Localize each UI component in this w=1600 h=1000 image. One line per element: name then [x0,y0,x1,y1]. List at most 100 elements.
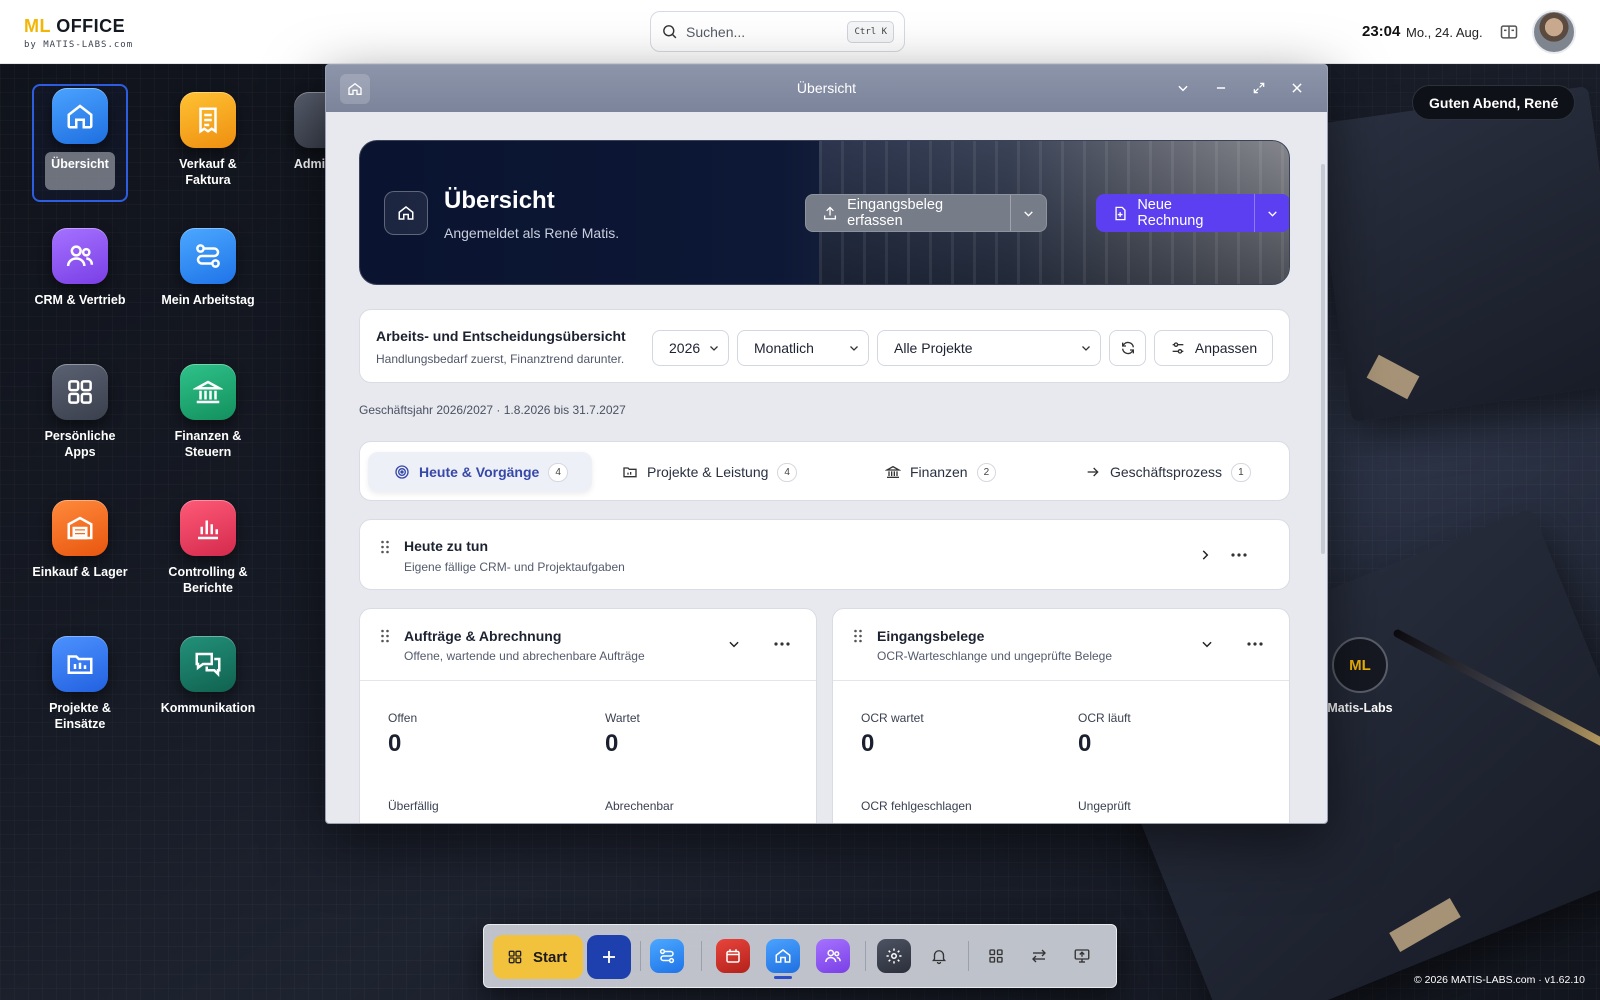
more-options-icon[interactable] [773,641,791,647]
new-invoice-button-group: Neue Rechnung [1096,194,1289,232]
quick-add-button[interactable] [587,935,631,979]
brand-logo[interactable]: ML OFFICE by MATIS-LABS.com [24,16,133,50]
year-select-value: 2026 [669,340,701,356]
apps-grid-icon [989,949,1003,963]
window-menu-chevron-icon[interactable] [1172,77,1194,99]
tab-heute-vorgaenge[interactable]: Heute & Vorgänge 4 [368,452,592,492]
chat-icon [180,636,236,692]
dock-separator [701,941,702,971]
top-bar: ML OFFICE by MATIS-LABS.com Ctrl K 23:04… [0,0,1600,64]
desktop-icon-arbeitstag[interactable]: Mein Arbeitstag [160,228,256,308]
card-title: Eingangsbelege [877,628,985,644]
customize-button[interactable]: Anpassen [1154,330,1273,366]
drag-handle-icon[interactable] [380,540,390,554]
new-invoice-dropdown[interactable] [1254,194,1289,232]
tab-finanzen[interactable]: Finanzen 2 [875,452,1006,492]
sliders-icon [1172,342,1184,354]
close-icon[interactable] [1286,77,1308,99]
chevron-right-icon[interactable] [1198,548,1212,562]
receipt-icon [180,92,236,148]
new-invoice-button[interactable]: Neue Rechnung [1096,194,1254,232]
tab-projekte-leistung[interactable]: Projekte & Leistung 4 [612,452,807,492]
tab-label: Geschäftsprozess [1110,464,1223,480]
warehouse-icon [52,500,108,556]
incoming-receipts-card: Eingangsbelege OCR-Warteschlange und ung… [832,608,1290,823]
today-todo-card[interactable]: Heute zu tun Eigene fällige CRM- und Pro… [359,519,1290,590]
tab-geschaeftsprozess[interactable]: Geschäftsprozess 1 [1075,452,1261,492]
matis-labs-app-icon[interactable]: ML [1332,637,1388,693]
desktop-icon-einkauf[interactable]: Einkauf & Lager [32,500,128,580]
background-notebook [1310,85,1600,423]
plus-icon [603,951,615,963]
more-options-icon[interactable] [1230,552,1248,558]
chevron-down-icon[interactable] [727,637,741,651]
more-options-icon[interactable] [1246,641,1264,647]
year-select[interactable]: 2026 [652,330,729,366]
drag-handle-icon[interactable] [380,629,390,643]
dock-workflow[interactable] [650,939,684,973]
chevron-down-icon[interactable] [1200,637,1214,651]
dock-screen-share[interactable] [1065,939,1099,973]
card-divider [360,680,816,681]
project-folder-icon [52,636,108,692]
maximize-icon[interactable] [1248,77,1270,99]
customize-label: Anpassen [1194,340,1258,356]
chevron-down-icon [1024,210,1033,217]
desktop-icon-persoenliche-apps[interactable]: Persönliche Apps [32,364,128,460]
capture-receipt-dropdown[interactable] [1010,195,1046,231]
refresh-icon [1121,341,1134,355]
panel-toggle-icon[interactable] [1499,22,1519,42]
desktop-icon-crm[interactable]: CRM & Vertrieb [32,228,128,308]
orders-billing-card: Aufträge & Abrechnung Offene, wartende u… [359,608,817,823]
dock-home[interactable] [766,939,800,973]
brand-name: ML OFFICE [24,16,126,36]
switch-icon [1032,949,1046,963]
tab-count-badge: 4 [548,462,568,482]
target-icon [395,465,409,479]
global-search[interactable]: Ctrl K [650,11,905,52]
dock-settings[interactable] [877,939,911,973]
desktop-icon-label: Kommunikation [160,701,256,715]
stat-label-ungeprueft: Ungeprüft [1078,799,1131,813]
ml-calendar-icon [726,949,740,963]
drag-handle-icon[interactable] [853,629,863,643]
desktop-icon-uebersicht[interactable]: Übersicht [32,84,128,202]
capture-receipt-button[interactable]: Eingangsbeleg erfassen [806,195,1010,231]
fiscal-year-info: Geschäftsjahr 2026/2027 · 1.8.2026 bis 3… [359,403,626,417]
desktop-icon-label: Übersicht [45,152,115,190]
card-divider [833,680,1289,681]
desktop-icon-label: Mein Arbeitstag [161,293,255,307]
window-scrollbar[interactable] [1321,164,1325,554]
period-select[interactable]: Monatlich [737,330,869,366]
stat-value-ocr-wartet: 0 [861,730,875,757]
stat-value-offen: 0 [388,730,402,757]
project-select[interactable]: Alle Projekte [877,330,1101,366]
desktop-icon-label: Projekte & Einsätze [49,701,111,731]
dock-notifications[interactable] [922,939,956,973]
user-avatar[interactable] [1532,10,1576,54]
upload-icon [824,206,837,220]
filter-subtitle: Handlungsbedarf zuerst, Finanztrend daru… [376,352,625,366]
dock-crm[interactable] [816,939,850,973]
desktop-icon-kommunikation[interactable]: Kommunikation [160,636,256,716]
apps-grid-icon [508,950,522,964]
desktop-icon-controlling[interactable]: Controlling & Berichte [160,500,256,596]
apps-grid-icon [52,364,108,420]
section-tabs: Heute & Vorgänge 4 Projekte & Leistung 4… [359,441,1290,501]
stat-label-ueberfaellig: Überfällig [388,799,439,813]
dock-switch-window[interactable] [1022,939,1056,973]
dock-ml-calendar[interactable] [716,939,750,973]
bank-icon [885,465,901,478]
minimize-icon[interactable] [1210,77,1232,99]
desktop-icon-finanzen[interactable]: Finanzen & Steuern [160,364,256,460]
window-titlebar[interactable]: Übersicht [326,65,1327,112]
desktop-icon-verkauf[interactable]: Verkauf & Faktura [160,92,256,188]
refresh-button[interactable] [1109,330,1146,366]
card-subtitle: Eigene fällige CRM- und Projektaufgaben [404,560,625,574]
start-button[interactable]: Start [493,935,583,979]
folder-chart-icon [623,467,637,478]
tab-count-badge: 1 [1231,462,1251,482]
dock-app-overview[interactable] [979,939,1013,973]
search-input[interactable] [686,23,848,40]
desktop-icon-projekte[interactable]: Projekte & Einsätze [32,636,128,732]
